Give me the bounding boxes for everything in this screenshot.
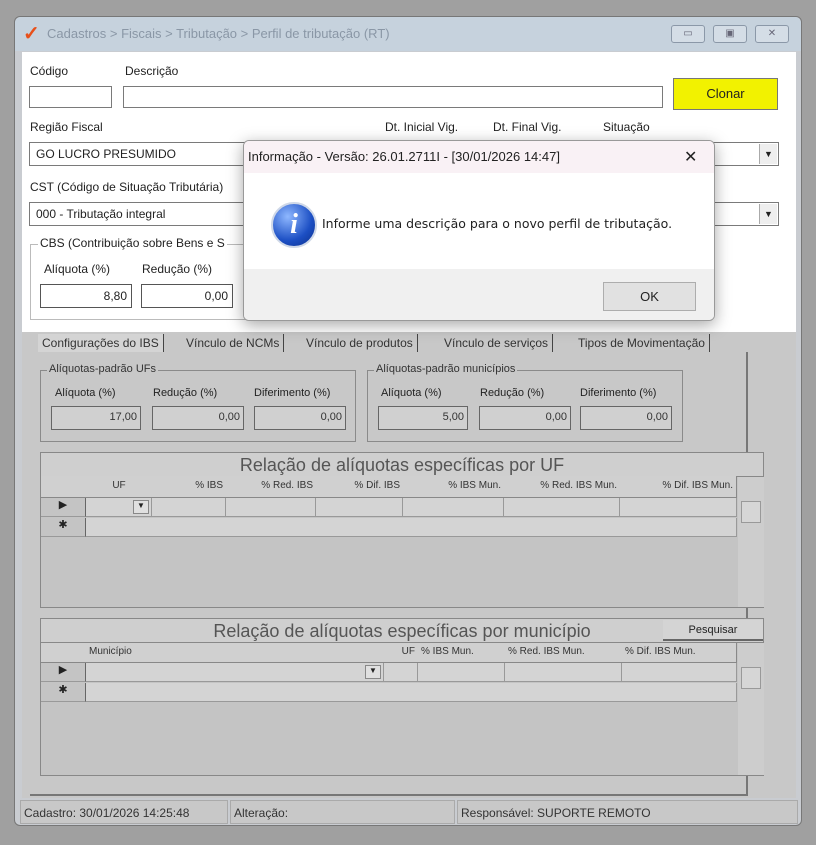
title-bar: ✓ Cadastros > Fiscais > Tributação > Per… <box>15 17 801 51</box>
uf-grid-corner <box>41 476 87 498</box>
mun-diferimento-input[interactable]: 0,00 <box>580 406 672 430</box>
ufs-reducao-input[interactable]: 0,00 <box>152 406 244 430</box>
new-row[interactable] <box>86 518 737 537</box>
info-dialog: Informação - Versão: 26.01.2711I - [30/0… <box>243 140 715 321</box>
tab-produtos[interactable]: Vínculo de produtos <box>302 334 418 352</box>
descricao-input[interactable] <box>123 86 663 108</box>
scroll-thumb[interactable] <box>741 667 761 689</box>
chevron-down-icon[interactable]: ▼ <box>365 665 381 679</box>
regiao-label: Região Fiscal <box>30 120 103 134</box>
ufs-aliquota-label: Alíquota (%) <box>55 387 116 399</box>
cbs-reducao-label: Redução (%) <box>142 262 213 276</box>
pesquisar-button[interactable]: Pesquisar <box>663 620 763 641</box>
cst-value: 000 - Tributação integral <box>36 207 166 221</box>
new-row-icon: ✱ <box>41 683 86 702</box>
uf-grid-scrollbar[interactable] <box>738 477 764 607</box>
cbs-group <box>30 244 260 320</box>
table-cell[interactable] <box>226 498 316 517</box>
mun-aliquota-input[interactable]: 5,00 <box>378 406 468 430</box>
mun-group-title: Alíquotas-padrão municípios <box>374 363 518 375</box>
mun-grid-title: Relação de alíquotas específicas por mun… <box>41 619 763 643</box>
col-dif-ibs-mun[interactable]: % Dif. IBS Mun. <box>622 643 737 663</box>
status-alteracao: Alteração: <box>230 800 455 824</box>
tab-movimentacao[interactable]: Tipos de Movimentação <box>574 334 710 352</box>
table-cell[interactable] <box>622 663 737 682</box>
ufs-group-title: Alíquotas-padrão UFs <box>47 363 158 375</box>
dt-final-label: Dt. Final Vig. <box>493 120 562 134</box>
clonar-button[interactable]: Clonar <box>673 78 778 110</box>
table-cell[interactable] <box>403 498 504 517</box>
col-red-ibs-mun[interactable]: % Red. IBS Mun. <box>504 476 621 498</box>
col-municipio[interactable]: Município <box>86 643 385 663</box>
dialog-title: Informação - Versão: 26.01.2711I - [30/0… <box>248 149 560 164</box>
ufs-diferimento-label: Diferimento (%) <box>254 387 331 399</box>
new-row[interactable] <box>86 683 737 702</box>
cbs-aliquota-label: Alíquota (%) <box>44 262 111 276</box>
table-cell[interactable] <box>620 498 737 517</box>
table-cell[interactable] <box>504 498 620 517</box>
status-cadastro: Cadastro: 30/01/2026 14:25:48 <box>20 800 228 824</box>
info-icon: i <box>271 202 317 248</box>
tab-config-ibs[interactable]: Configurações do IBS <box>38 334 164 352</box>
dialog-title-bar: Informação - Versão: 26.01.2711I - [30/0… <box>244 141 714 173</box>
col-red-ibs[interactable]: % Red. IBS <box>226 476 317 498</box>
window-title: Cadastros > Fiscais > Tributação > Perfi… <box>47 26 390 41</box>
tab-ncms[interactable]: Vínculo de NCMs <box>182 334 285 352</box>
new-row-icon: ✱ <box>41 518 86 537</box>
municipio-cell[interactable]: ▼ <box>86 663 384 682</box>
codigo-label: Código <box>30 64 69 78</box>
col-uf[interactable]: UF <box>384 643 419 663</box>
uf-cell[interactable]: ▼ <box>86 498 152 517</box>
col-ibs-mun[interactable]: % IBS Mun. <box>418 643 506 663</box>
mun-reducao-input[interactable]: 0,00 <box>479 406 571 430</box>
app-logo-icon: ✓ <box>23 23 40 45</box>
mun-aliquota-label: Alíquota (%) <box>381 387 442 399</box>
mun-grid-rows[interactable]: ▶ ▼ ✱ <box>41 663 737 703</box>
dialog-close-button[interactable]: ✕ <box>684 147 697 167</box>
col-dif-ibs[interactable]: % Dif. IBS <box>316 476 404 498</box>
descricao-label: Descrição <box>125 64 179 78</box>
table-cell[interactable] <box>418 663 505 682</box>
mun-grid-corner <box>41 643 87 663</box>
col-red-ibs-mun[interactable]: % Red. IBS Mun. <box>505 643 623 663</box>
table-cell[interactable] <box>152 498 226 517</box>
col-ibs[interactable]: % IBS <box>152 476 227 498</box>
table-cell[interactable] <box>505 663 622 682</box>
mun-reducao-label: Redução (%) <box>480 387 545 399</box>
cbs-label: CBS (Contribuição sobre Bens e S <box>38 236 227 250</box>
ufs-aliquota-input[interactable]: 17,00 <box>51 406 141 430</box>
status-responsavel: Responsável: SUPORTE REMOTO <box>457 800 798 824</box>
situacao-label: Situação <box>603 120 650 134</box>
mun-diferimento-label: Diferimento (%) <box>580 387 657 399</box>
cbs-aliquota-input[interactable]: 8,80 <box>40 284 132 308</box>
cst-label: CST (Código de Situação Tributária) <box>30 180 224 194</box>
ufs-reducao-label: Redução (%) <box>153 387 218 399</box>
cbs-reducao-input[interactable]: 0,00 <box>141 284 233 308</box>
maximize-button[interactable]: ▣ <box>713 25 747 43</box>
chevron-down-icon[interactable]: ▼ <box>759 144 777 164</box>
minimize-button[interactable]: ▭ <box>671 25 705 43</box>
chevron-down-icon[interactable]: ▼ <box>133 500 149 514</box>
regiao-value: GO LUCRO PRESUMIDO <box>36 147 177 161</box>
close-button[interactable]: ✕ <box>755 25 789 43</box>
table-cell[interactable] <box>384 663 418 682</box>
col-dif-ibs-mun[interactable]: % Dif. IBS Mun. <box>620 476 737 498</box>
current-row-icon: ▶ <box>41 498 86 517</box>
codigo-input[interactable] <box>29 86 112 108</box>
chevron-down-icon[interactable]: ▼ <box>759 204 777 224</box>
current-row-icon: ▶ <box>41 663 86 682</box>
tab-servicos[interactable]: Vínculo de serviços <box>440 334 554 352</box>
uf-grid-title: Relação de alíquotas específicas por UF <box>41 453 763 477</box>
ok-button[interactable]: OK <box>603 282 696 311</box>
dialog-message: Informe uma descrição para o novo perfil… <box>322 216 673 231</box>
col-uf[interactable]: UF <box>86 476 153 498</box>
table-cell[interactable] <box>316 498 403 517</box>
scroll-thumb[interactable] <box>741 501 761 523</box>
uf-grid-rows[interactable]: ▶ ▼ ✱ <box>41 498 737 538</box>
ufs-diferimento-input[interactable]: 0,00 <box>254 406 346 430</box>
mun-grid-scrollbar[interactable] <box>738 643 764 775</box>
dt-inicial-label: Dt. Inicial Vig. <box>385 120 459 134</box>
col-ibs-mun[interactable]: % IBS Mun. <box>403 476 505 498</box>
